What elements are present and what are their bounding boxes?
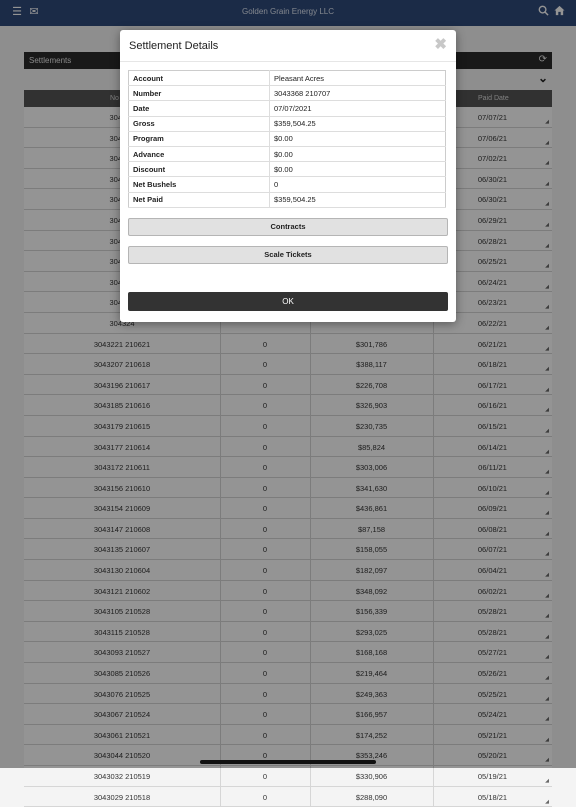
- modal-title: Settlement Details: [129, 40, 219, 52]
- detail-row: Discount $0.00: [128, 161, 446, 178]
- detail-row: Net Paid $359,504.25: [128, 192, 446, 208]
- row-quantity: 0: [262, 792, 268, 802]
- row-number: 3043029 210518: [93, 792, 151, 802]
- detail-row: Net Bushels 0: [128, 176, 446, 193]
- modal-divider: [120, 61, 456, 62]
- detail-value: 0: [269, 176, 446, 193]
- detail-label: Gross: [128, 116, 270, 132]
- home-indicator[interactable]: [200, 760, 376, 764]
- detail-value: 3043368 210707: [269, 85, 446, 102]
- scale-tickets-button[interactable]: Scale Tickets: [128, 246, 448, 264]
- detail-label: Net Bushels: [128, 176, 270, 193]
- row-corner-icon: ◢: [545, 778, 549, 784]
- table-row[interactable]: 3043032 210519 0 $330,906 05/19/21 ◢: [24, 766, 552, 787]
- detail-label: Discount: [128, 161, 270, 178]
- detail-row: Program $0.00: [128, 131, 446, 147]
- detail-row: Number 3043368 210707: [128, 85, 446, 102]
- detail-value: $359,504.25: [269, 116, 446, 132]
- detail-label: Number: [128, 85, 270, 102]
- row-paid-date: 05/18/21: [477, 792, 508, 802]
- table-row[interactable]: 3043029 210518 0 $288,090 05/18/21 ◢: [24, 786, 552, 807]
- detail-value: $0.00: [269, 161, 446, 178]
- detail-row: Date 07/07/2021: [128, 100, 446, 117]
- detail-row: Account Pleasant Acres: [128, 70, 446, 87]
- detail-value: $0.00: [269, 146, 446, 163]
- contracts-button[interactable]: Contracts: [128, 218, 448, 236]
- close-icon[interactable]: ✖: [434, 35, 447, 53]
- detail-value: Pleasant Acres: [269, 70, 446, 87]
- detail-label: Net Paid: [128, 192, 270, 208]
- settlement-details-table: Account Pleasant Acres Number 3043368 21070…: [128, 70, 446, 208]
- detail-value: 07/07/2021: [269, 100, 446, 117]
- row-quantity: 0: [262, 772, 268, 781]
- detail-label: Advance: [128, 146, 270, 163]
- row-corner-icon: ◢: [545, 798, 549, 805]
- detail-row: Advance $0.00: [128, 146, 446, 163]
- detail-label: Program: [128, 131, 270, 147]
- detail-value: $359,504.25: [269, 192, 446, 208]
- detail-label: Date: [128, 100, 270, 117]
- ok-button[interactable]: OK: [128, 292, 448, 311]
- row-number: 3043032 210519: [93, 772, 151, 781]
- row-amount: $288,090: [355, 792, 388, 802]
- detail-value: $0.00: [269, 131, 446, 147]
- detail-label: Account: [128, 70, 270, 87]
- settlement-details-modal: Settlement Details ✖ Account Pleasant Acr…: [120, 30, 456, 322]
- row-paid-date: 05/19/21: [477, 772, 508, 781]
- detail-row: Gross $359,504.25: [128, 116, 446, 132]
- row-amount: $330,906: [355, 772, 388, 781]
